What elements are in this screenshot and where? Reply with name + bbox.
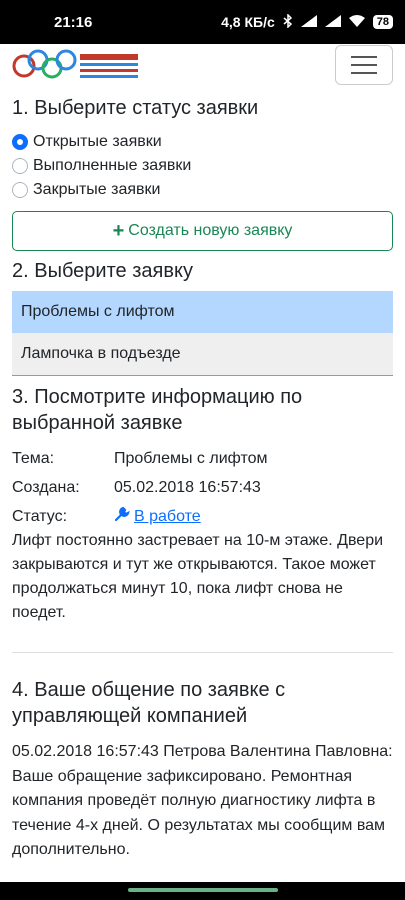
request-description: Лифт постоянно застревает на 10-м этаже.…: [12, 532, 384, 621]
info-row-status: Статус: В работе: [12, 502, 268, 531]
plus-icon: +: [112, 219, 125, 242]
hamburger-menu-button[interactable]: [335, 45, 393, 85]
status-time: 21:16: [54, 13, 93, 31]
signal-icon-2: [324, 14, 341, 30]
radio-label-open: Открытые заявки: [33, 133, 162, 150]
status-label: Статус:: [12, 507, 68, 525]
wrench-icon: [114, 506, 130, 527]
status-link[interactable]: В работе: [114, 506, 201, 527]
wifi-icon: [348, 14, 365, 30]
radio-button-checked[interactable]: [12, 134, 28, 150]
message-header: 05.02.2018 16:57:43 Петрова Валентина Па…: [12, 743, 393, 760]
status-bar: 21:16 4,8 КБ/с 78: [0, 0, 405, 44]
section-title-select: 2. Выберите заявку: [12, 260, 193, 282]
create-request-label: Создать новую заявку: [128, 222, 293, 239]
hamburger-icon-line: [351, 72, 377, 74]
section-title-info: 3. Посмотрите информацию по выбранной за…: [12, 386, 303, 434]
create-request-button[interactable]: + Создать новую заявку: [12, 211, 393, 251]
status-indicators: 4,8 КБ/с 78: [221, 12, 393, 31]
radio-open-requests[interactable]: Открытые заявки: [12, 130, 191, 154]
message-body: Ваше обращение зафиксировано. Ремонтная …: [12, 767, 386, 859]
radio-label-closed: Закрытые заявки: [33, 181, 161, 198]
app-header: [0, 44, 405, 88]
created-label: Создана:: [12, 478, 80, 496]
info-row-subject: Тема: Проблемы с лифтом: [12, 444, 268, 473]
signal-icon: [300, 14, 317, 30]
radio-completed-requests[interactable]: Выполненные заявки: [12, 154, 191, 178]
request-info: Тема: Проблемы с лифтом Создана: 05.02.2…: [12, 444, 268, 531]
section-divider: [12, 652, 393, 653]
subject-label: Тема:: [12, 449, 55, 467]
message: 05.02.2018 16:57:43 Петрова Валентина Па…: [12, 740, 393, 863]
home-gesture-pill[interactable]: [128, 888, 278, 892]
bluetooth-icon: [283, 12, 293, 31]
radio-button[interactable]: [12, 158, 28, 174]
request-list: Проблемы с лифтом Лампочка в подъезде: [12, 291, 393, 376]
radio-label-completed: Выполненные заявки: [33, 157, 192, 174]
request-list-item[interactable]: Лампочка в подъезде: [12, 333, 393, 375]
request-list-item-active[interactable]: Проблемы с лифтом: [12, 291, 393, 333]
radio-closed-requests[interactable]: Закрытые заявки: [12, 178, 191, 202]
system-nav-bar: [0, 882, 405, 900]
battery-indicator: 78: [372, 15, 393, 29]
hamburger-icon-line: [351, 56, 377, 58]
section-title-status: 1. Выберите статус заявки: [12, 97, 259, 119]
status-value: В работе: [134, 507, 201, 525]
hamburger-icon-line: [351, 64, 377, 66]
created-value: 05.02.2018 16:57:43: [114, 478, 261, 496]
radio-button[interactable]: [12, 182, 28, 198]
list-divider: [12, 375, 393, 376]
section-title-communication: 4. Ваше общение по заявке с управляющей …: [12, 679, 286, 727]
status-radio-group: Открытые заявки Выполненные заявки Закры…: [12, 130, 191, 202]
network-speed: 4,8 КБ/с: [221, 14, 275, 30]
subject-value: Проблемы с лифтом: [114, 449, 268, 467]
info-row-created: Создана: 05.02.2018 16:57:43: [12, 473, 268, 502]
logo[interactable]: [12, 48, 142, 84]
